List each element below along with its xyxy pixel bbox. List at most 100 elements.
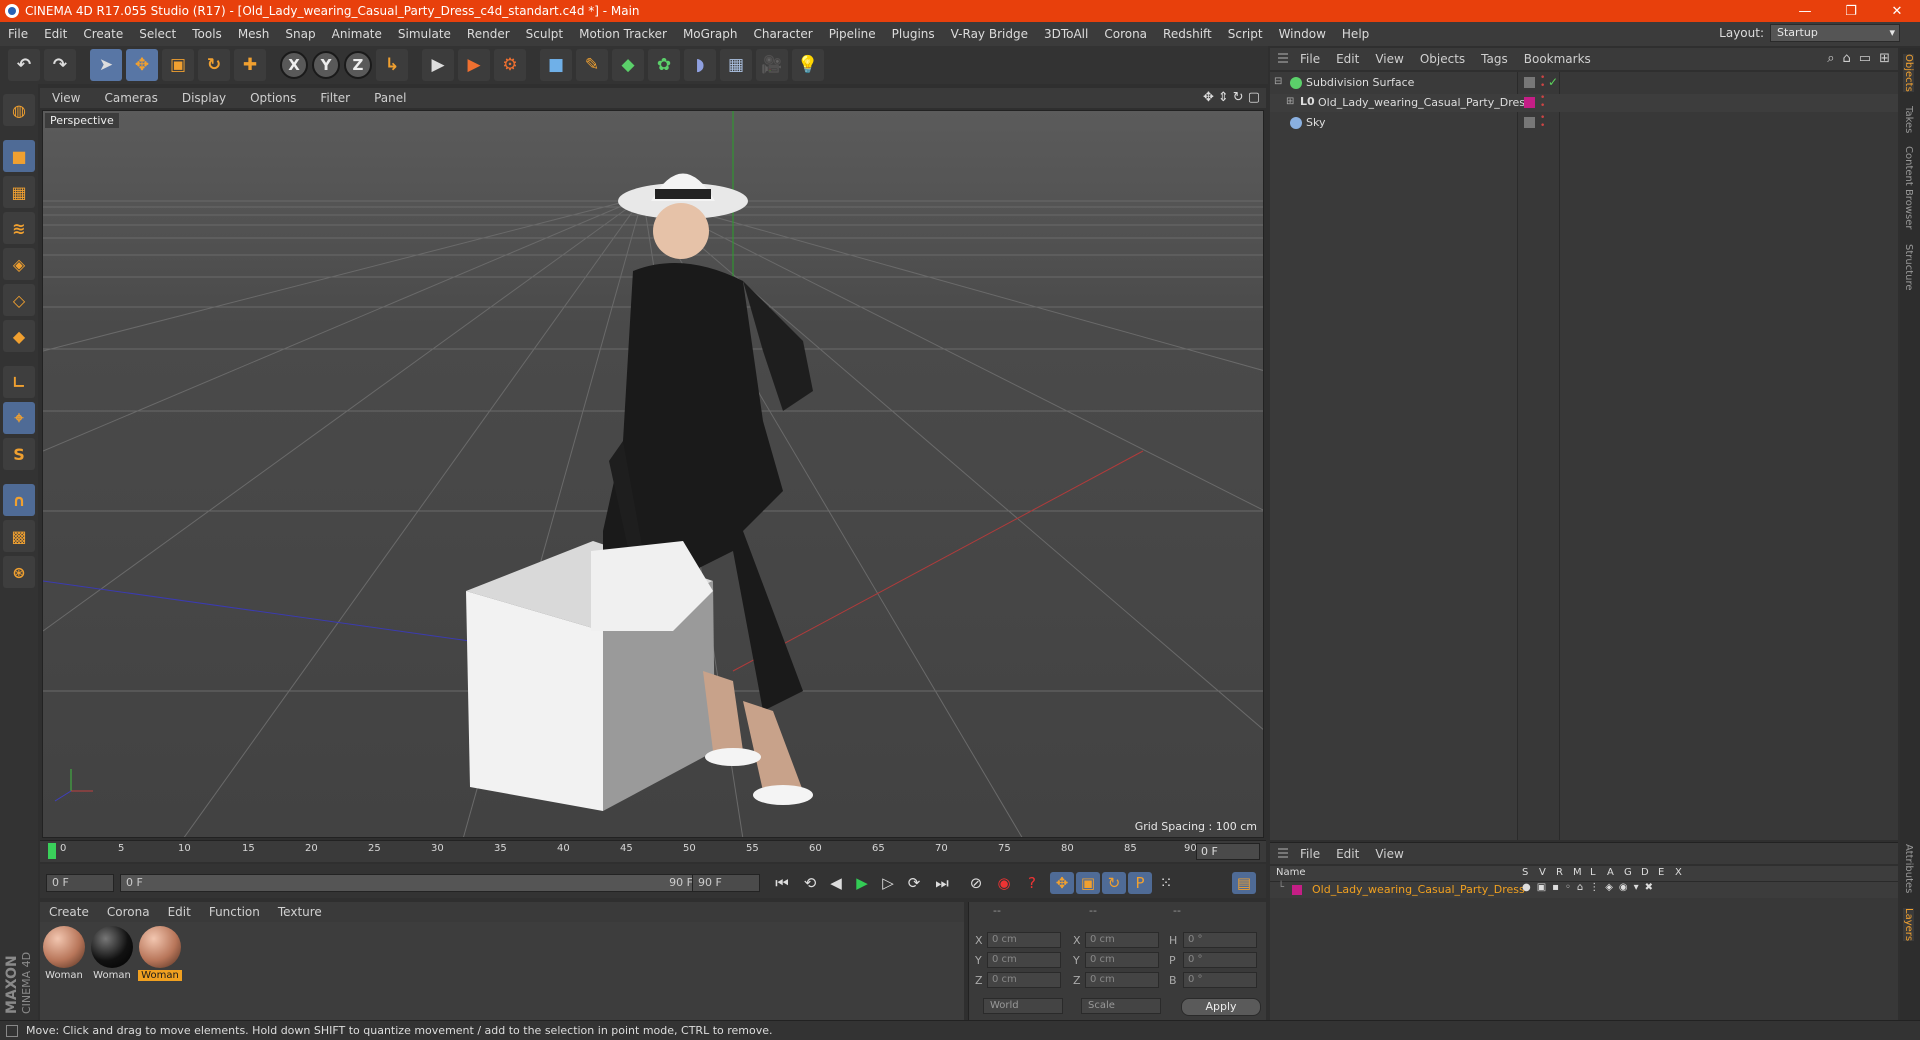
render-view-icon[interactable]: ▶ <box>422 49 454 81</box>
column-render[interactable]: R <box>1556 867 1563 878</box>
expand-toggle-icon[interactable]: ⊞ <box>1286 96 1294 107</box>
tab-content-browser[interactable]: Content Browser <box>1903 146 1914 229</box>
solo-mode-icon[interactable]: S <box>3 438 35 470</box>
menu-sculpt[interactable]: Sculpt <box>518 27 571 41</box>
menu-corona[interactable]: Corona <box>1096 27 1155 41</box>
coordinate-system-icon[interactable]: ↳ <box>376 49 408 81</box>
column-view[interactable]: V <box>1539 867 1546 878</box>
snap-icon[interactable]: ∩ <box>3 484 35 516</box>
expand-icon[interactable]: ⊞ <box>1879 51 1890 66</box>
current-frame-field[interactable]: 0 F <box>1196 843 1260 860</box>
move-tool-icon[interactable]: ✥ <box>126 49 158 81</box>
column-generators[interactable]: G <box>1624 867 1632 878</box>
layer-menu-file[interactable]: File <box>1292 847 1328 861</box>
layer-row[interactable]: └ Old_Lady_wearing_Casual_Party_Dress ●▣… <box>1270 882 1898 898</box>
menu-plugins[interactable]: Plugins <box>884 27 943 41</box>
tab-attributes[interactable]: Attributes <box>1903 844 1914 893</box>
next-frame-icon[interactable]: ▷ <box>876 872 900 894</box>
viewport-maximize-icon[interactable]: ▢ <box>1248 90 1260 105</box>
object-row-subdivision-surface[interactable]: ⊟ Subdivision Surface • • ✓ <box>1270 74 1898 92</box>
layer-color-icon[interactable] <box>1524 97 1535 108</box>
column-name[interactable]: Name <box>1276 867 1306 878</box>
next-key-icon[interactable]: ⟳ <box>902 872 926 894</box>
render-to-picture-viewer-icon[interactable]: ▶ <box>458 49 490 81</box>
object-row-old-lady[interactable]: ⊞ L0 Old_Lady_wearing_Casual_Party_Dress… <box>1270 94 1898 112</box>
scale-tool-icon[interactable]: ▣ <box>162 49 194 81</box>
playhead-marker[interactable] <box>48 843 56 859</box>
axis-mode-icon[interactable]: ∟ <box>3 366 35 398</box>
material-menu-create[interactable]: Create <box>40 905 98 919</box>
close-button[interactable]: ✕ <box>1874 0 1920 22</box>
material-menu-edit[interactable]: Edit <box>159 905 200 919</box>
tab-takes[interactable]: Takes <box>1903 106 1914 133</box>
viewport-camera-label[interactable]: Perspective <box>45 113 119 128</box>
end-frame-field[interactable]: 90 F <box>692 874 760 892</box>
visibility-dots-icon[interactable]: • • <box>1540 114 1545 131</box>
menu-window[interactable]: Window <box>1271 27 1334 41</box>
tweak-mode-icon[interactable]: ⌖ <box>3 402 35 434</box>
menu-snap[interactable]: Snap <box>277 27 323 41</box>
pen-spline-icon[interactable]: ✎ <box>576 49 608 81</box>
position-z-field[interactable]: 0 cm <box>987 972 1061 988</box>
cloner-icon[interactable]: ✿ <box>648 49 680 81</box>
layer-menu-edit[interactable]: Edit <box>1328 847 1367 861</box>
z-axis-lock-icon[interactable]: Z <box>344 51 372 79</box>
viewport-menu-view[interactable]: View <box>40 91 92 105</box>
tab-objects[interactable]: Objects <box>1903 54 1914 92</box>
viewport-rotate-icon[interactable]: ↻ <box>1233 90 1244 105</box>
object-menu-file[interactable]: File <box>1292 52 1328 66</box>
rotation-b-field[interactable]: 0 ° <box>1183 972 1257 988</box>
layout-dropdown[interactable]: Startup <box>1770 24 1900 42</box>
menu-mograph[interactable]: MoGraph <box>675 27 746 41</box>
object-menu-bookmarks[interactable]: Bookmarks <box>1516 52 1599 66</box>
menu-tools[interactable]: Tools <box>184 27 230 41</box>
restore-button[interactable]: ❐ <box>1828 0 1874 22</box>
menu-render[interactable]: Render <box>459 27 518 41</box>
menu-file[interactable]: File <box>0 27 36 41</box>
keyframe-selection-icon[interactable]: ? <box>1020 872 1044 894</box>
tab-layers[interactable]: Layers <box>1903 908 1914 942</box>
edges-mode-icon[interactable]: ◇ <box>3 284 35 316</box>
workplane-mode-icon[interactable]: ≋ <box>3 212 35 244</box>
collapse-toggle-icon[interactable]: ⊟ <box>1274 76 1282 87</box>
layer-menu-view[interactable]: View <box>1367 847 1411 861</box>
panel-grip-icon[interactable] <box>1278 53 1288 65</box>
menu-select[interactable]: Select <box>131 27 184 41</box>
panel-grip-icon[interactable] <box>1278 847 1288 860</box>
subdivision-surface-icon[interactable]: ◆ <box>612 49 644 81</box>
undo-icon[interactable]: ↶ <box>8 49 40 81</box>
points-mode-icon[interactable]: ◈ <box>3 248 35 280</box>
frame-range-slider[interactable]: 0 F 90 F <box>120 874 720 892</box>
frame-ruler[interactable]: 0 5 10 15 20 25 30 35 40 45 50 55 60 65 … <box>46 841 1197 863</box>
light-icon[interactable]: 💡 <box>792 49 824 81</box>
viewport-menu-options[interactable]: Options <box>238 91 308 105</box>
home-icon[interactable]: ⌂ <box>1843 51 1851 66</box>
viewport-menu-display[interactable]: Display <box>170 91 238 105</box>
rotation-h-field[interactable]: 0 ° <box>1183 932 1257 948</box>
position-y-field[interactable]: 0 cm <box>987 952 1061 968</box>
recent-tools-icon[interactable]: ✚ <box>234 49 266 81</box>
menu-simulate[interactable]: Simulate <box>390 27 459 41</box>
menu-vray-bridge[interactable]: V-Ray Bridge <box>943 27 1036 41</box>
go-to-start-icon[interactable]: ⏮ <box>770 872 794 894</box>
viewport-menu-cameras[interactable]: Cameras <box>92 91 169 105</box>
column-xrefs[interactable]: X <box>1675 867 1682 878</box>
object-menu-tags[interactable]: Tags <box>1473 52 1516 66</box>
minimize-button[interactable]: — <box>1782 0 1828 22</box>
scale-key-icon[interactable]: ▣ <box>1076 872 1100 894</box>
render-settings-icon[interactable]: ⚙ <box>494 49 526 81</box>
column-locked[interactable]: L <box>1590 867 1596 878</box>
apply-button[interactable]: Apply <box>1181 998 1261 1016</box>
deformer-icon[interactable]: ◗ <box>684 49 716 81</box>
cube-primitive-icon[interactable]: ■ <box>540 49 572 81</box>
texture-mode-icon[interactable]: ▦ <box>3 176 35 208</box>
menu-motion-tracker[interactable]: Motion Tracker <box>571 27 675 41</box>
column-solo[interactable]: S <box>1522 867 1528 878</box>
parameter-key-icon[interactable]: P <box>1128 872 1152 894</box>
tab-structure[interactable]: Structure <box>1903 244 1914 291</box>
timeline-window-icon[interactable]: ▤ <box>1232 872 1256 894</box>
start-frame-field[interactable]: 0 F <box>46 874 114 892</box>
point-level-key-icon[interactable]: ⁙ <box>1154 872 1178 894</box>
timeline-ruler[interactable]: 0 5 10 15 20 25 30 35 40 45 50 55 60 65 … <box>40 840 1266 862</box>
previous-key-icon[interactable]: ⟲ <box>798 872 822 894</box>
